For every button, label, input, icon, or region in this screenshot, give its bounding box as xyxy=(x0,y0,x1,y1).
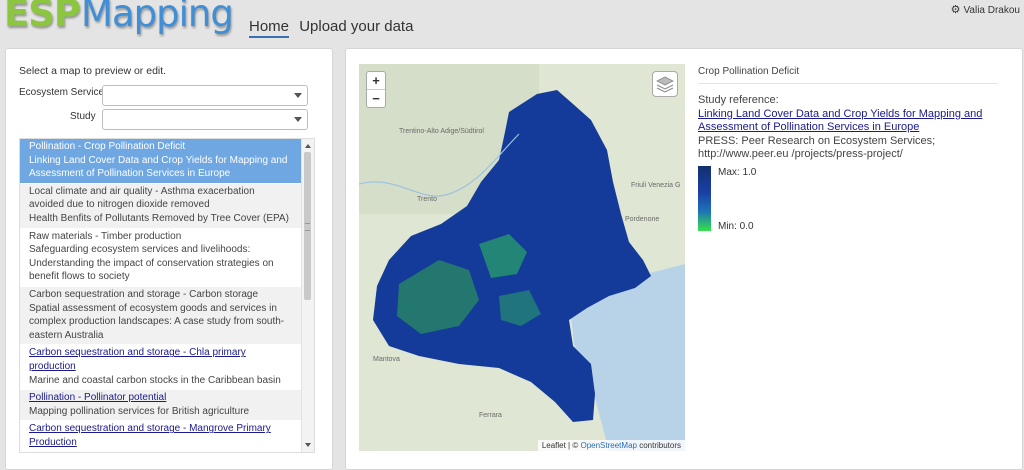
scrollbar-thumb[interactable] xyxy=(304,152,311,300)
zoom-control: + − xyxy=(366,71,386,108)
list-item[interactable]: Carbon sequestration and storage - Chla … xyxy=(20,345,301,391)
zoom-in-button[interactable]: + xyxy=(367,72,385,90)
legend-max: Max: 1.0 xyxy=(718,167,757,178)
map-title: Crop Pollination Deficit xyxy=(698,66,998,84)
list-item-study: Spatial assessment of ecosystem goods an… xyxy=(29,302,285,341)
selector-prompt: Select a map to preview or edit. xyxy=(19,65,167,77)
nav-upload[interactable]: Upload your data xyxy=(299,18,413,35)
list-item-title: Carbon sequestration and storage - Carbo… xyxy=(29,288,259,300)
chevron-down-icon xyxy=(294,93,302,98)
header: ESPMapping Home Upload your data ⚙ Valia … xyxy=(0,0,1024,46)
attribution-osm-link[interactable]: OpenStreetMap xyxy=(580,441,636,450)
list-item[interactable]: Carbon sequestration and storage - Mangr… xyxy=(20,421,301,452)
app-logo[interactable]: ESPMapping xyxy=(4,0,234,35)
map-list-items: Pollination - Crop Pollination Deficit Li… xyxy=(20,139,301,452)
list-item[interactable]: Pollination - Crop Pollination Deficit Li… xyxy=(20,139,301,184)
user-name: Valia Drakou xyxy=(963,5,1020,16)
map-preview-panel: Trentino-Alto Adige/Südtirol Trento Friu… xyxy=(345,48,1023,470)
list-item-title[interactable]: Pollination - Pollinator potential xyxy=(29,391,292,405)
map-selector-panel: Select a map to preview or edit. Ecosyst… xyxy=(5,48,333,470)
study-label: Study xyxy=(70,111,96,122)
list-item-study: Health Benfits of Pollutants Removed by … xyxy=(29,212,289,224)
scrollbar[interactable] xyxy=(301,139,314,452)
map-info: Crop Pollination Deficit Study reference… xyxy=(698,66,998,162)
map-list[interactable]: Pollination - Crop Pollination Deficit Li… xyxy=(19,138,315,453)
map-attribution: Leaflet | © OpenStreetMap contributors xyxy=(537,440,685,451)
list-item-title: Raw materials - Timber production xyxy=(29,230,182,242)
user-menu[interactable]: ⚙ Valia Drakou xyxy=(951,3,1020,16)
chevron-down-icon xyxy=(294,117,302,122)
grip-icon xyxy=(305,223,310,231)
ecosystem-service-select[interactable] xyxy=(102,85,308,106)
scroll-down-icon[interactable] xyxy=(305,443,311,447)
list-item-study: Safeguarding ecosystem services and live… xyxy=(29,244,274,283)
study-reference: Study reference: Linking Land Cover Data… xyxy=(698,94,998,162)
list-item-study: Mapping pollination services for British… xyxy=(29,405,250,417)
study-reference-label: Study reference: xyxy=(698,94,779,106)
zoom-out-button[interactable]: − xyxy=(367,90,385,107)
attribution-suffix: contributors xyxy=(636,441,681,450)
map-label: Pordenone xyxy=(625,216,660,223)
map-label: Trento xyxy=(417,196,437,203)
list-item-title: Pollination - Crop Pollination Deficit xyxy=(29,141,186,152)
list-item[interactable]: Pollination - Pollinator potential Mappin… xyxy=(20,390,301,422)
map-label: Ferrara xyxy=(479,412,502,419)
list-item-title[interactable]: Carbon sequestration and storage - Chla … xyxy=(29,346,292,373)
map-canvas[interactable] xyxy=(359,64,685,451)
legend-min: Min: 0.0 xyxy=(718,221,754,232)
list-item-study: Linking Land Cover Data and Crop Yields … xyxy=(29,154,288,180)
list-item[interactable]: Local climate and air quality - Asthma e… xyxy=(20,183,301,229)
scroll-up-icon[interactable] xyxy=(305,144,311,148)
logo-mapping: Mapping xyxy=(81,0,234,35)
list-item-study: Marine and coastal carbon stocks in the … xyxy=(29,374,281,386)
list-item[interactable]: Raw materials - Timber production Safegua… xyxy=(20,229,301,287)
list-item-title[interactable]: Carbon sequestration and storage - Mangr… xyxy=(29,422,292,449)
gear-icon: ⚙ xyxy=(950,4,961,16)
list-item-title: Local climate and air quality - Asthma e… xyxy=(29,185,255,211)
logo-esp: ESP xyxy=(4,0,81,35)
layers-icon xyxy=(656,76,674,93)
main-nav: Home Upload your data xyxy=(249,18,419,38)
list-item[interactable]: Carbon sequestration and storage - Carbo… xyxy=(20,286,301,346)
legend-color-bar xyxy=(698,166,711,231)
study-select[interactable] xyxy=(102,109,308,130)
map-label: Mantova xyxy=(373,356,400,363)
ecosystem-service-label: Ecosystem Service xyxy=(19,87,105,98)
study-link[interactable]: Linking Land Cover Data and Crop Yields … xyxy=(698,108,998,135)
map-label: Friuli Venezia G xyxy=(631,182,681,189)
map-view[interactable]: Trentino-Alto Adige/Südtirol Trento Friu… xyxy=(359,64,685,451)
map-label: Trentino-Alto Adige/Südtirol xyxy=(399,128,484,135)
nav-home[interactable]: Home xyxy=(249,18,290,38)
layers-button[interactable] xyxy=(652,71,678,97)
press-text: PRESS: Peer Research on Ecosystem Servic… xyxy=(698,134,936,161)
attribution-leaflet[interactable]: Leaflet | © xyxy=(542,441,581,450)
